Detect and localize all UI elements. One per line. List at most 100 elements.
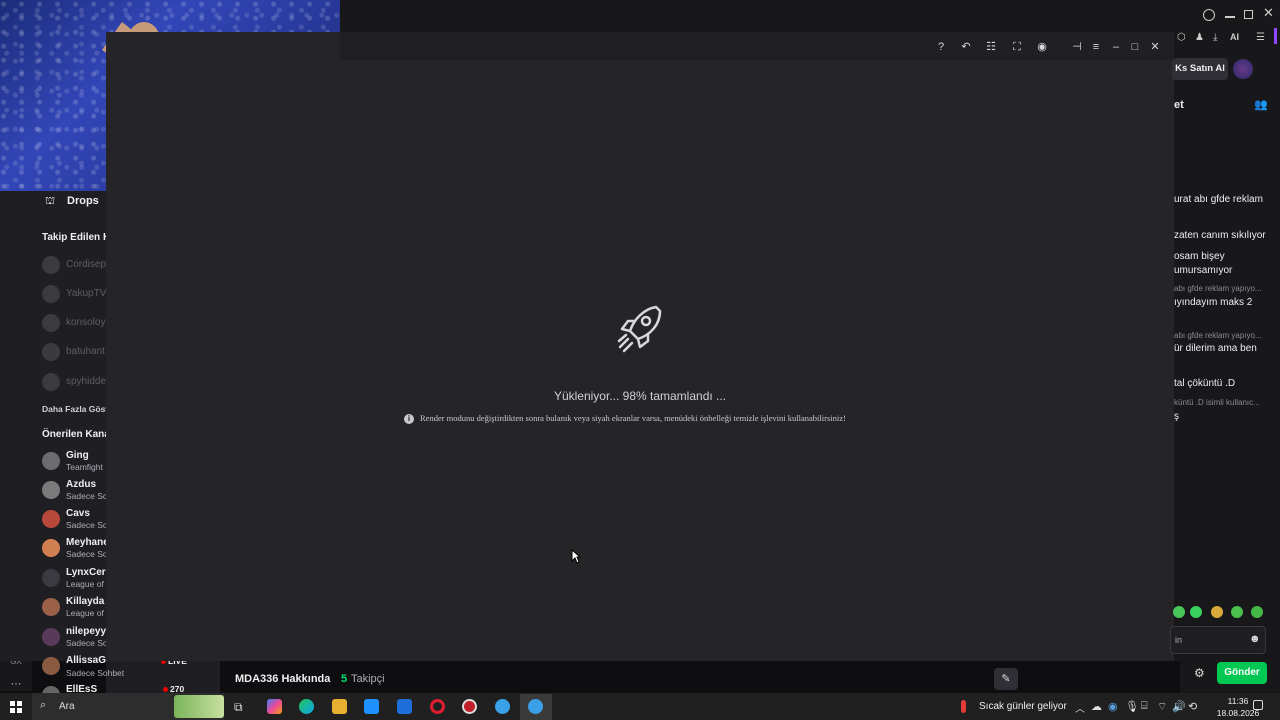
channel-name: AllissaG <box>66 655 107 666</box>
avatar <box>42 539 60 557</box>
render-mode-hint: i Render modunu değiştirdikten sonra bula… <box>404 413 884 425</box>
undo-icon[interactable]: ↶ <box>959 40 973 54</box>
loading-status: Yükleniyor... 98% tamamlandı ... <box>553 389 727 403</box>
followed-channel[interactable]: batuhant <box>42 341 106 365</box>
avatar <box>42 452 60 470</box>
cloud-icon: ☁ <box>1091 701 1102 713</box>
close-icon[interactable]: ✕ <box>1148 40 1162 54</box>
search-icon[interactable] <box>1203 9 1215 21</box>
network-app-icon: ◉ <box>1108 701 1118 713</box>
store-icon[interactable] <box>364 699 379 714</box>
minimize-icon[interactable]: – <box>1109 40 1123 54</box>
drops-link[interactable]: Drops <box>67 195 99 207</box>
avatar <box>42 510 60 528</box>
app-icon[interactable] <box>528 699 543 714</box>
more-icon[interactable]: ⋯ <box>9 677 23 691</box>
emote-icon[interactable] <box>1173 606 1185 618</box>
recommended-channel[interactable]: nilepeyy Sadece So <box>42 626 106 650</box>
recommended-channel[interactable]: Azdus Sadece So <box>42 479 106 503</box>
followed-channel[interactable]: konsoloy <box>42 312 106 336</box>
weather-text[interactable]: Sıcak günler geliyor <box>979 701 1067 712</box>
ai-label: AI <box>1230 32 1239 42</box>
channel-category: Sadece So <box>66 491 106 501</box>
search-highlight-image <box>174 695 224 718</box>
send-button[interactable]: Gönder <box>1217 662 1267 684</box>
followed-channel[interactable]: spyhidde <box>42 371 106 395</box>
chevron-up-icon[interactable]: ︿ <box>1075 700 1085 715</box>
channel-category: Teamfight <box>66 462 103 472</box>
chat-message: ş <box>1174 411 1179 422</box>
chat-message: umursamıyor <box>1174 265 1233 276</box>
about-title: MDA336 Hakkında <box>235 673 331 685</box>
followed-channel[interactable]: Cordisep <box>42 254 106 278</box>
clock-date[interactable]: 18.08.2026 <box>1198 708 1278 718</box>
recommended-channel[interactable]: Ging Teamfight <box>42 450 106 474</box>
channel-name: konsoloy <box>66 317 106 328</box>
recommended-channel[interactable]: Killayda League of <box>42 596 106 620</box>
edit-button[interactable]: ✎ <box>994 668 1018 690</box>
file-explorer-icon[interactable] <box>332 699 347 714</box>
emote-icon[interactable] <box>1211 606 1223 618</box>
channel-name: YakupTV <box>66 288 106 299</box>
chat-reply-context: küntü .D isimli kullanıc... <box>1174 398 1260 407</box>
emoji-icon[interactable]: ☻ <box>1249 633 1261 645</box>
ai-icon[interactable]: AI <box>1230 32 1239 42</box>
emote-icon[interactable] <box>1251 606 1263 618</box>
extension-icon[interactable]: ⬡ <box>1177 32 1186 43</box>
edge-icon[interactable] <box>299 699 314 714</box>
recommended-channel[interactable]: LynxCereLeague of <box>42 567 106 591</box>
wifi-icon[interactable]: ⌔ <box>1157 700 1167 714</box>
windows-start-icon[interactable] <box>10 701 22 713</box>
help-icon[interactable]: ? <box>934 40 948 54</box>
menu-icon[interactable]: ≡ <box>1089 40 1103 54</box>
account-icon[interactable]: ◉ <box>1035 40 1049 54</box>
pin-icon[interactable]: ⊣ <box>1070 40 1084 54</box>
volume-icon[interactable]: 🔊 <box>1172 700 1186 713</box>
chat-message: ür dilerim ama ben <box>1174 343 1257 354</box>
microphone-icon: 🎙 <box>1125 701 1139 713</box>
show-more-link[interactable]: Daha Fazla Göste <box>42 404 113 414</box>
recommended-channel[interactable]: Cavs Sadece So <box>42 508 106 532</box>
opera-gx-icon[interactable] <box>462 699 477 714</box>
chat-reply-context: abı gfde reklam yapıyo... <box>1174 284 1262 293</box>
avatar <box>42 256 60 274</box>
chat-title: et <box>1174 99 1184 111</box>
followed-channel[interactable]: YakupTV <box>42 283 106 307</box>
download-icon[interactable]: ⤓ <box>1213 32 1217 43</box>
channel-name: nilepeyy <box>66 626 106 637</box>
chat-settings-icon[interactable]: ⚙ <box>1194 666 1205 680</box>
user-avatar[interactable] <box>1233 59 1253 79</box>
mail-icon[interactable] <box>397 699 412 714</box>
live-dot <box>163 687 168 692</box>
copilot-icon[interactable] <box>267 699 282 714</box>
profile-icon[interactable]: ♟ <box>1195 32 1204 43</box>
chat-message: tal çöküntü .D <box>1174 378 1236 389</box>
restore-icon[interactable] <box>1244 10 1253 19</box>
settings-list-icon[interactable]: ☰ <box>1256 32 1265 43</box>
buy-ks-label: Ks Satın Al <box>1175 63 1225 74</box>
chat-message: urat abı gfde reklam <box>1174 194 1263 205</box>
emote-icon[interactable] <box>1190 606 1202 618</box>
drops-icon[interactable]: ⛫ <box>45 195 55 209</box>
channel-name: Azdus <box>66 479 96 490</box>
users-icon[interactable]: 👥 <box>1254 98 1268 111</box>
followers-label: Takipçi <box>351 673 385 685</box>
taskbar-search-box[interactable]: ⌕ Ara <box>32 693 224 720</box>
maximize-icon[interactable]: □ <box>1128 40 1142 54</box>
recommended-channel[interactable]: Meyhane Sadece So <box>42 537 106 561</box>
list-icon[interactable]: ☷ <box>984 40 998 54</box>
fullscreen-icon[interactable]: ⛶ <box>1010 40 1024 54</box>
avatar <box>42 285 60 303</box>
followers-count: 5 <box>341 673 348 685</box>
channel-category: League of <box>66 579 104 589</box>
buy-ks-button[interactable]: Ks Satın Al <box>1172 58 1228 80</box>
channel-name: LynxCere <box>66 567 106 578</box>
task-view-icon[interactable]: ⧉ <box>234 700 243 715</box>
chat-input[interactable]: in ☻ <box>1170 626 1266 654</box>
notification-icon[interactable] <box>1253 700 1263 710</box>
minimize-icon[interactable] <box>1225 16 1235 18</box>
emote-icon[interactable] <box>1231 606 1243 618</box>
close-icon[interactable]: ✕ <box>1263 5 1274 21</box>
opera-icon[interactable] <box>430 699 445 714</box>
app-icon[interactable] <box>495 699 510 714</box>
